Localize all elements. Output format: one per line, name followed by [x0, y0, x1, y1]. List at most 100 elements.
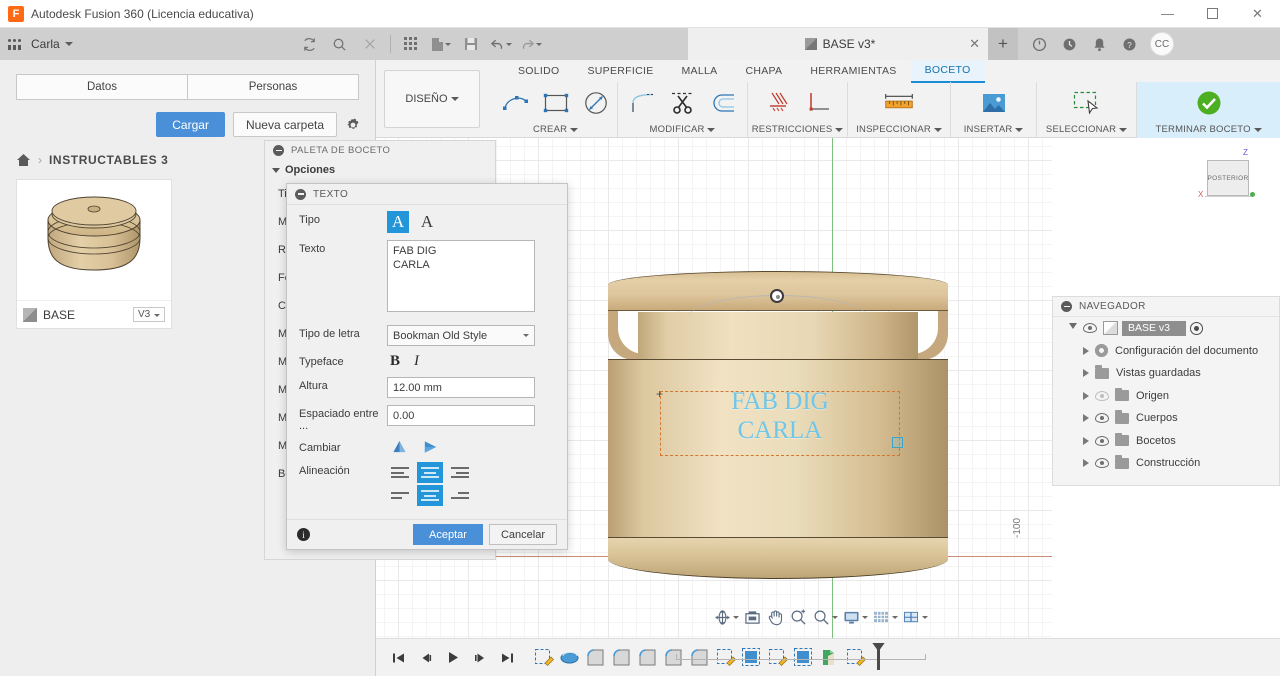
- ribbon-panel-title-crear[interactable]: CREAR: [533, 124, 578, 138]
- navigator-root-label[interactable]: BASE v3: [1122, 321, 1186, 336]
- close-icon[interactable]: [355, 28, 385, 60]
- timeline-item-sketch[interactable]: [533, 647, 554, 668]
- ribbon-panel-terminar-boceto[interactable]: TERMINAR BOCETO: [1137, 82, 1280, 138]
- bell-icon[interactable]: [1084, 28, 1114, 60]
- chevron-down-icon[interactable]: [536, 43, 542, 46]
- model-center-point[interactable]: [770, 289, 784, 303]
- chevron-right-icon[interactable]: [1083, 414, 1089, 422]
- chevron-down-icon[interactable]: [1069, 323, 1077, 333]
- gear-icon[interactable]: [345, 117, 361, 133]
- timeline-item-fillet[interactable]: [611, 647, 632, 668]
- navigator-item-cuerpos[interactable]: Cuerpos: [1053, 407, 1279, 430]
- circle-dimension-icon[interactable]: [577, 86, 615, 120]
- timeline-step-back-button[interactable]: [415, 647, 437, 669]
- sketch-palette-header[interactable]: PALETA DE BOCETO: [265, 141, 495, 160]
- visibility-eye-icon[interactable]: [1083, 323, 1097, 333]
- chevron-right-icon[interactable]: [1083, 392, 1089, 400]
- align-middle-button[interactable]: [417, 485, 443, 506]
- chevron-down-icon[interactable]: [445, 43, 451, 46]
- visibility-eye-icon[interactable]: [1095, 436, 1109, 446]
- file-icon[interactable]: [426, 28, 456, 60]
- ribbon-panel-title-insertar[interactable]: INSERTAR: [964, 124, 1024, 138]
- timeline-step-forward-button[interactable]: [469, 647, 491, 669]
- breadcrumb-current[interactable]: INSTRUCTABLES 3: [49, 153, 168, 167]
- ribbon-panel-title-terminar-boceto[interactable]: TERMINAR BOCETO: [1155, 124, 1261, 138]
- chevron-down-icon[interactable]: [65, 42, 73, 46]
- ribbon-tab-malla[interactable]: MALLA: [668, 61, 732, 82]
- grid-icon[interactable]: [396, 28, 426, 60]
- offset-icon[interactable]: [704, 86, 742, 120]
- ribbon-tab-chapa[interactable]: CHAPA: [731, 61, 796, 82]
- chevron-down-icon[interactable]: [862, 616, 868, 619]
- finish-sketch-check-icon[interactable]: [1190, 86, 1228, 120]
- visibility-eye-icon[interactable]: [1095, 458, 1109, 468]
- workspace-selector[interactable]: DISEÑO: [384, 70, 480, 128]
- flip-horizontal-icon[interactable]: [422, 439, 439, 455]
- navigator-item-vistas-guardadas[interactable]: Vistas guardadas: [1053, 362, 1279, 385]
- visibility-eye-icon[interactable]: [1095, 391, 1109, 401]
- texto-input[interactable]: [387, 240, 535, 312]
- chevron-down-icon[interactable]: [922, 616, 928, 619]
- selection-window-icon[interactable]: [1068, 86, 1106, 120]
- chevron-down-icon[interactable]: [506, 43, 512, 46]
- chevron-down-icon[interactable]: [892, 616, 898, 619]
- chevron-down-icon[interactable]: [733, 616, 739, 619]
- chevron-right-icon[interactable]: [1083, 347, 1089, 355]
- redo-icon[interactable]: [516, 28, 546, 60]
- navigator-item-origen[interactable]: Origen: [1053, 385, 1279, 408]
- pan-icon[interactable]: [765, 607, 785, 627]
- help-icon[interactable]: ?: [1114, 28, 1144, 60]
- text-type-single-line-button[interactable]: A: [387, 211, 409, 233]
- arc-icon[interactable]: [497, 86, 535, 120]
- timeline-end-marker[interactable]: [877, 646, 880, 670]
- ribbon-tab-solido[interactable]: SOLIDO: [504, 61, 573, 82]
- display-settings-icon[interactable]: [841, 607, 868, 627]
- italic-button[interactable]: I: [414, 353, 419, 370]
- viewports-icon[interactable]: [901, 607, 928, 627]
- job-status-icon[interactable]: [1024, 28, 1054, 60]
- font-select[interactable]: Bookman Old Style: [387, 325, 535, 346]
- save-icon[interactable]: [456, 28, 486, 60]
- navigator-item-construccion[interactable]: Construcción: [1053, 452, 1279, 475]
- texto-dialog-header[interactable]: TEXTO: [287, 184, 567, 204]
- avatar[interactable]: CC: [1150, 32, 1174, 56]
- zoom-window-icon[interactable]: [788, 607, 808, 627]
- aceptar-button[interactable]: Aceptar: [413, 524, 483, 545]
- visibility-eye-icon[interactable]: [1095, 413, 1109, 423]
- ribbon-panel-title-seleccionar[interactable]: SELECCIONAR: [1046, 124, 1127, 138]
- info-icon[interactable]: i: [297, 528, 310, 541]
- navigator-header[interactable]: NAVEGADOR: [1053, 297, 1279, 317]
- view-cube[interactable]: POSTERIOR Z X: [1195, 148, 1265, 210]
- sketch-resize-handle[interactable]: [892, 437, 903, 448]
- navigator-item-configuracion[interactable]: Configuración del documento: [1053, 340, 1279, 363]
- ribbon-panel-title-inspeccionar[interactable]: INSPECCIONAR: [856, 124, 942, 138]
- align-bottom-button[interactable]: [447, 485, 473, 506]
- cancelar-button[interactable]: Cancelar: [489, 524, 557, 545]
- align-left-button[interactable]: [387, 462, 413, 483]
- undo-icon[interactable]: [486, 28, 516, 60]
- timeline-go-end-button[interactable]: [496, 647, 518, 669]
- bold-button[interactable]: B: [390, 353, 400, 370]
- history-icon[interactable]: [1054, 28, 1084, 60]
- timeline-item-revolve[interactable]: [559, 647, 580, 668]
- timeline-item-fillet[interactable]: [585, 647, 606, 668]
- orbit-icon[interactable]: [712, 607, 739, 627]
- collapse-icon[interactable]: [295, 189, 306, 200]
- collapse-icon[interactable]: [273, 145, 284, 156]
- text-type-on-path-button[interactable]: A: [416, 211, 438, 233]
- spacing-input[interactable]: 0.00: [387, 405, 535, 426]
- close-tab-icon[interactable]: ✕: [969, 36, 980, 52]
- ribbon-tab-boceto[interactable]: BOCETO: [911, 60, 985, 83]
- ribbon-tab-herramientas[interactable]: HERRAMIENTAS: [796, 61, 910, 82]
- ribbon-tab-superficie[interactable]: SUPERFICIE: [573, 61, 667, 82]
- ribbon-panel-title-restricciones[interactable]: RESTRICCIONES: [752, 124, 844, 138]
- fillet-icon[interactable]: [624, 86, 662, 120]
- file-card[interactable]: BASE V3: [16, 179, 172, 329]
- align-top-button[interactable]: [387, 485, 413, 506]
- file-version-badge[interactable]: V3: [133, 307, 165, 322]
- align-center-button[interactable]: [417, 462, 443, 483]
- new-folder-button[interactable]: Nueva carpeta: [233, 112, 337, 137]
- grid-snap-icon[interactable]: [871, 607, 898, 627]
- navigator-item-bocetos[interactable]: Bocetos: [1053, 430, 1279, 453]
- search-icon[interactable]: [325, 28, 355, 60]
